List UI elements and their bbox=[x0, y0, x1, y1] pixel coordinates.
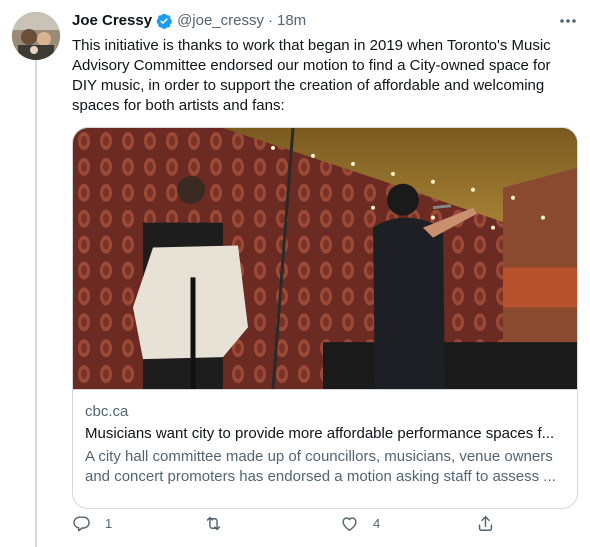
tweet-text: This initiative is thanks to work that b… bbox=[72, 37, 551, 114]
tweet-timestamp[interactable]: 18m bbox=[277, 11, 306, 31]
retweet-button[interactable] bbox=[204, 509, 237, 537]
verified-badge-icon bbox=[155, 12, 173, 30]
share-icon bbox=[478, 515, 493, 531]
retweet-icon bbox=[206, 516, 221, 530]
like-icon bbox=[342, 516, 357, 531]
reply-count: 1 bbox=[105, 515, 113, 531]
separator-dot: · bbox=[268, 12, 273, 29]
share-button[interactable] bbox=[476, 509, 495, 537]
reply-icon bbox=[73, 515, 90, 531]
avatar-photo bbox=[12, 12, 60, 60]
more-options-icon[interactable] bbox=[558, 12, 578, 30]
card-domain: cbc.ca bbox=[85, 403, 129, 420]
avatar[interactable] bbox=[12, 12, 60, 60]
tweet-actions: 1 4 bbox=[72, 509, 578, 537]
like-count: 4 bbox=[373, 515, 381, 531]
reply-button[interactable]: 1 bbox=[72, 509, 112, 537]
link-card[interactable]: cbc.ca Musicians want city to provide mo… bbox=[72, 127, 578, 509]
like-button[interactable]: 4 bbox=[340, 509, 380, 537]
card-image bbox=[73, 128, 577, 390]
card-title: Musicians want city to provide more affo… bbox=[85, 425, 555, 442]
author-name[interactable]: Joe Cressy bbox=[72, 11, 152, 31]
tweet-header: Joe Cressy @joe_cressy · 18m bbox=[72, 10, 578, 32]
card-description: A city hall committee made up of council… bbox=[85, 448, 556, 485]
tweet: Joe Cressy @joe_cressy · 18m This initia… bbox=[72, 10, 578, 509]
author-handle[interactable]: @joe_cressy bbox=[177, 11, 264, 31]
thread-line bbox=[35, 58, 37, 547]
